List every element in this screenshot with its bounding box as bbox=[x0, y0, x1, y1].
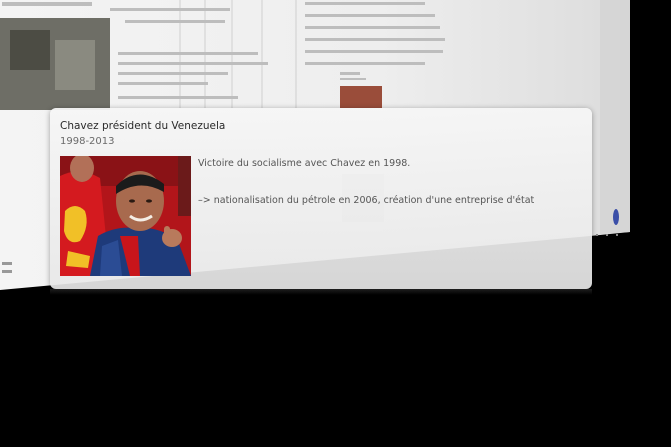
event-description-line: Victoire du socialisme avec Chavez en 19… bbox=[198, 158, 411, 169]
timeline-3d-view: Chavez président du Venezuela 1998-2013 bbox=[0, 0, 671, 447]
event-popup-card[interactable]: Chavez président du Venezuela 1998-2013 bbox=[50, 108, 592, 289]
event-description: Victoire du socialisme avec Chavez en 19… bbox=[198, 158, 578, 206]
event-title: Chavez président du Venezuela bbox=[60, 120, 226, 132]
event-photo[interactable] bbox=[60, 156, 191, 276]
event-date-range: 1998-2013 bbox=[60, 136, 115, 147]
portrait-photo-icon bbox=[60, 156, 191, 276]
event-description-line: –> nationalisation du pétrole en 2006, c… bbox=[198, 195, 535, 206]
card-shadow bbox=[50, 289, 592, 295]
